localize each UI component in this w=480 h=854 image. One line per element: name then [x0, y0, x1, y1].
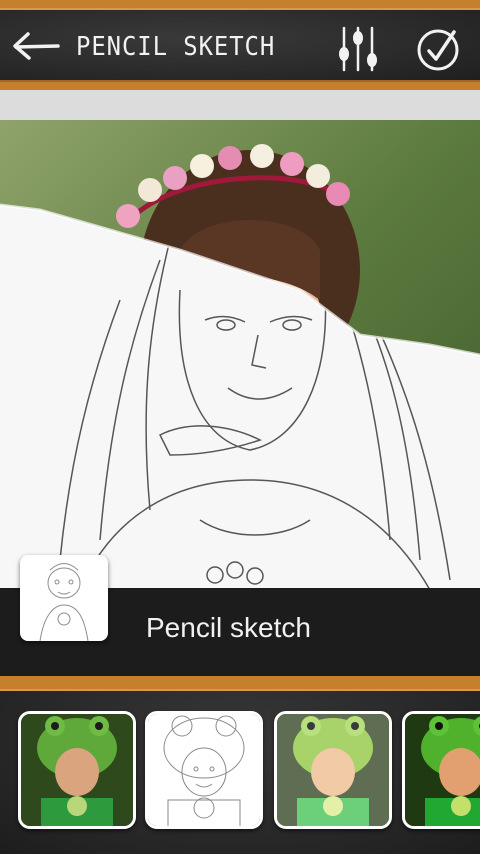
toolbar-chalkboard: PENCIL SKETCH	[0, 8, 480, 82]
filter-strip	[0, 676, 480, 854]
pencil-sketch-thumbnail	[39, 563, 89, 641]
toolbar-spacer	[0, 90, 480, 120]
page-title: PENCIL SKETCH	[76, 32, 276, 62]
filter-chalkboard	[0, 689, 480, 854]
filter-preview-color	[405, 714, 480, 826]
filter-preview-pencil-sketch	[148, 714, 260, 826]
effect-thumbnail	[20, 555, 108, 641]
effect-label: Pencil sketch	[146, 612, 311, 643]
back-arrow-icon	[13, 32, 60, 60]
top-toolbar: PENCIL SKETCH	[0, 0, 480, 90]
filter-thumb-color[interactable]	[402, 711, 480, 829]
preview-image	[0, 120, 480, 590]
filter-preview-soft-glow	[277, 714, 389, 826]
adjust-button[interactable]	[334, 24, 384, 74]
filter-preview-original	[21, 714, 133, 826]
filter-thumb-original[interactable]	[18, 711, 136, 829]
photo-preview[interactable]	[0, 120, 480, 590]
back-button[interactable]	[10, 28, 62, 64]
sliders-icon	[339, 26, 377, 72]
filter-thumb-pencil-sketch[interactable]	[145, 711, 263, 829]
filter-thumb-soft-glow[interactable]	[274, 711, 392, 829]
check-circle-icon	[417, 29, 459, 71]
done-button[interactable]	[414, 26, 462, 74]
